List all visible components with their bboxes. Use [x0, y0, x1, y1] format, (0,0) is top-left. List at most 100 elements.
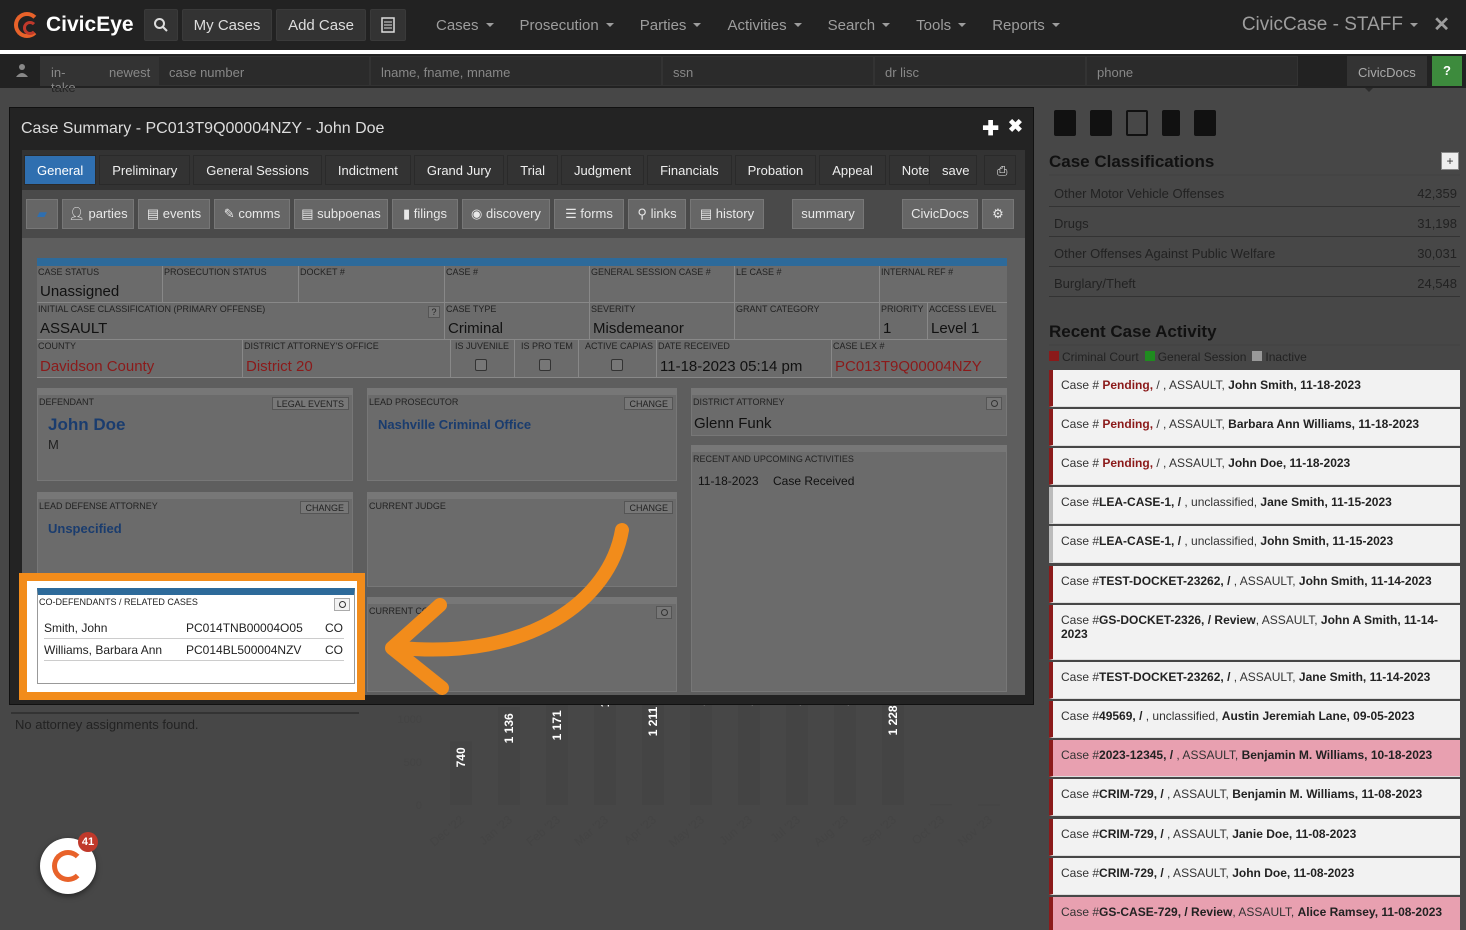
tab-general-sessions[interactable]: General Sessions: [193, 155, 322, 185]
case-status-cell[interactable]: CASE STATUS Unassigned: [37, 266, 163, 303]
book-icon[interactable]: [1194, 110, 1216, 136]
menu-reports[interactable]: Reports: [992, 17, 1060, 34]
activity-row[interactable]: Case #TEST-DOCKET-23262, / , ASSAULT, Ja…: [1049, 662, 1460, 699]
close-icon[interactable]: ✕: [1433, 12, 1450, 37]
activity-row[interactable]: Case #2023-12345, / , ASSAULT, Benjamin …: [1049, 740, 1460, 777]
menu-prosecution[interactable]: Prosecution: [520, 17, 614, 34]
classification-row[interactable]: Drugs 31,198: [1049, 207, 1460, 237]
active-capias-checkbox[interactable]: [611, 359, 623, 371]
legal-events-button[interactable]: LEGAL EVENTS: [271, 397, 349, 410]
grant-category-cell[interactable]: GRANT CATEGORY: [735, 303, 880, 340]
internal-ref-cell[interactable]: INTERNAL REF #: [880, 266, 1007, 303]
discovery-button[interactable]: ◉ discovery: [462, 199, 550, 229]
chart-bar[interactable]: [978, 804, 1000, 806]
classification-row[interactable]: Burglary/Theft 24,548: [1049, 267, 1460, 297]
initial-class-cell[interactable]: INITIAL CASE CLASSIFICATION (PRIMARY OFF…: [37, 303, 445, 340]
calendar-icon[interactable]: [1090, 110, 1112, 136]
add-case-button[interactable]: Add Case: [276, 9, 366, 41]
prosecution-status-cell[interactable]: PROSECUTION STATUS: [163, 266, 299, 303]
change-prosecutor-button[interactable]: CHANGE: [624, 397, 673, 410]
history-button[interactable]: ▤ history: [690, 199, 764, 229]
tab-preliminary[interactable]: Preliminary: [99, 155, 191, 185]
add-classification-button[interactable]: +: [1441, 152, 1459, 170]
drlisc-input[interactable]: dr lisc: [874, 56, 1086, 86]
intake-button[interactable]: in-take: [40, 56, 98, 95]
tab-judgment[interactable]: Judgment: [560, 155, 645, 185]
tab-indictment[interactable]: Indictment: [324, 155, 411, 185]
case-lex-cell[interactable]: CASE LEX # PC013T9Q00004NZY: [832, 340, 1007, 378]
activity-row[interactable]: Case # Pending, / , ASSAULT, Barbara Ann…: [1049, 409, 1460, 446]
change-defense-button[interactable]: CHANGE: [300, 501, 349, 514]
tab-grand-jury[interactable]: Grand Jury: [413, 155, 505, 185]
name-input[interactable]: lname, fname, mname: [370, 56, 662, 86]
county-cell[interactable]: COUNTY Davidson County: [37, 340, 243, 378]
events-button[interactable]: ▤ events: [138, 199, 210, 229]
forms-button[interactable]: ☰ forms: [554, 199, 624, 229]
civicdocs-button[interactable]: CivicDocs: [902, 199, 978, 229]
codefendant-row[interactable]: Smith, John PC014TNB00004O05 CO: [44, 617, 344, 639]
case-number-cell[interactable]: CASE #: [445, 266, 590, 303]
settings-button[interactable]: ⚙: [982, 199, 1014, 229]
expand-icon[interactable]: ✚: [982, 116, 999, 141]
tab-probation[interactable]: Probation: [734, 155, 817, 185]
defense-attorney-value[interactable]: Unspecified: [48, 521, 122, 536]
menu-cases[interactable]: Cases: [436, 17, 494, 34]
app-title-menu[interactable]: CivicCase - STAFF: [1242, 14, 1418, 36]
defendant-name[interactable]: John Doe: [48, 415, 125, 435]
chart-bar[interactable]: [930, 804, 952, 806]
activity-row[interactable]: Case #CRIM-729, / , ASSAULT, Benjamin M.…: [1049, 779, 1460, 816]
da-office-cell[interactable]: DISTRICT ATTORNEY'S OFFICE District 20: [243, 340, 451, 378]
activity-row[interactable]: Case #CRIM-729, / , ASSAULT, John Doe, 1…: [1049, 858, 1460, 895]
civicdocs-dropdown[interactable]: CivicDocs: [1347, 56, 1427, 92]
summary-button[interactable]: summary: [792, 199, 864, 229]
my-cases-button[interactable]: My Cases: [182, 9, 272, 41]
ssn-input[interactable]: ssn: [662, 56, 874, 86]
le-case-cell[interactable]: LE CASE #: [735, 266, 880, 303]
docket-cell[interactable]: DOCKET #: [299, 266, 445, 303]
print-button[interactable]: ⎙: [984, 155, 1016, 185]
newest-button[interactable]: newest: [98, 56, 158, 86]
calculator-icon[interactable]: [1054, 110, 1076, 136]
filings-button[interactable]: ▮ filings: [392, 199, 458, 229]
codefendant-row[interactable]: Williams, Barbara Ann PC014BL500004NZV C…: [44, 639, 344, 661]
menu-tools[interactable]: Tools: [916, 17, 967, 34]
chart-bar[interactable]: [786, 705, 808, 805]
lead-prosecutor-name[interactable]: Nashville Criminal Office: [378, 417, 531, 432]
chart-bar[interactable]: [738, 705, 760, 805]
brand-logo[interactable]: CivicEye: [14, 12, 134, 38]
is-pro-tem-checkbox[interactable]: [539, 359, 551, 371]
map-icon[interactable]: [1126, 110, 1148, 136]
case-type-cell[interactable]: CASE TYPE Criminal: [445, 303, 590, 340]
activity-row[interactable]: Case #TEST-DOCKET-23262, / , ASSAULT, Jo…: [1049, 566, 1460, 603]
parties-button[interactable]: 👤︎ parties: [62, 199, 134, 229]
priority-cell[interactable]: PRIORITY 1: [880, 303, 928, 340]
help-icon[interactable]: ?: [428, 306, 440, 318]
calculator-button[interactable]: [370, 9, 406, 41]
help-button[interactable]: ?: [1432, 56, 1462, 86]
activity-row[interactable]: Case #CRIM-729, / , ASSAULT, Janie Doe, …: [1049, 819, 1460, 856]
access-level-cell[interactable]: ACCESS LEVEL Level 1: [928, 303, 1007, 340]
activity-row[interactable]: Case # Pending, / , ASSAULT, John Doe, 1…: [1049, 448, 1460, 485]
comms-button[interactable]: ✎ comms: [214, 199, 290, 229]
menu-parties[interactable]: Parties: [640, 17, 702, 34]
phone-input[interactable]: phone: [1086, 56, 1298, 86]
search-icon[interactable]: [334, 598, 350, 611]
tab-trial[interactable]: Trial: [507, 155, 558, 185]
activity-row[interactable]: Case #GS-DOCKET-2326, / Review, ASSAULT,…: [1049, 605, 1460, 660]
tab-financials[interactable]: Financials: [647, 155, 732, 185]
search-button[interactable]: [144, 9, 178, 41]
activity-row[interactable]: Case # Pending, / , ASSAULT, John Smith,…: [1049, 370, 1460, 407]
chart-bar[interactable]: [690, 705, 712, 805]
case-number-input[interactable]: case number: [158, 56, 370, 86]
classification-row[interactable]: Other Offenses Against Public Welfare 30,…: [1049, 237, 1460, 267]
chart-bar[interactable]: [834, 705, 856, 805]
is-juvenile-checkbox[interactable]: [475, 359, 487, 371]
menu-activities[interactable]: Activities: [727, 17, 802, 34]
folder-button[interactable]: ▰: [26, 199, 58, 229]
close-icon[interactable]: ✖: [1008, 116, 1023, 137]
gs-case-cell[interactable]: GENERAL SESSION CASE #: [590, 266, 735, 303]
severity-cell[interactable]: SEVERITY Misdemeanor: [590, 303, 735, 340]
tab-appeal[interactable]: Appeal: [819, 155, 886, 185]
activity-row[interactable]: Case #GS-CASE-729, / Review, ASSAULT, Al…: [1049, 897, 1460, 930]
document-icon[interactable]: [1162, 110, 1180, 136]
